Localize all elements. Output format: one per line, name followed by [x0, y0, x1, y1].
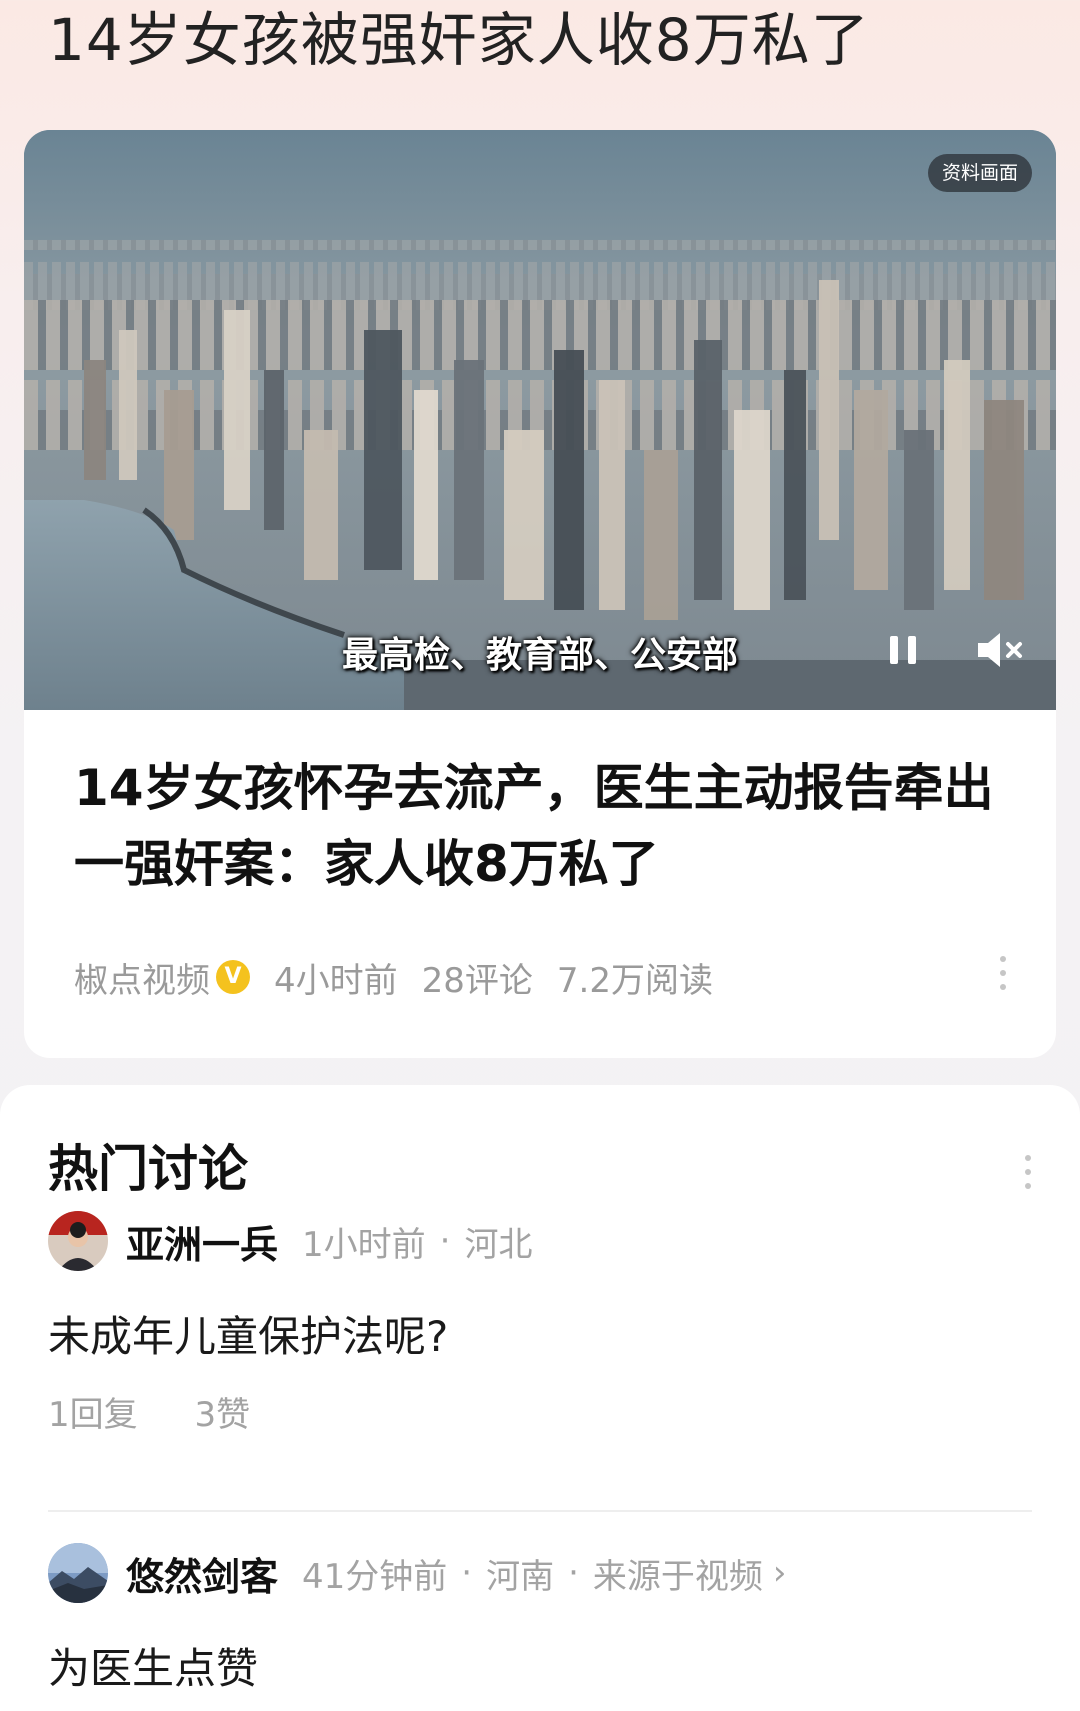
comment-author[interactable]: 悠然剑客 — [126, 1546, 278, 1601]
article-title[interactable]: 14岁女孩怀孕去流产，医生主动报告牵出一强奸案：家人收8万私了 — [74, 750, 1024, 902]
meta-separator: · — [439, 1221, 451, 1261]
meta-separator: · — [568, 1553, 579, 1593]
avatar[interactable] — [48, 1543, 108, 1603]
footage-badge: 资料画面 — [927, 154, 1032, 192]
avatar[interactable] — [48, 1211, 108, 1271]
article-meta: 椒点视频 V 4小时前 28评论 7.2万阅读 — [74, 952, 713, 1002]
comment-author[interactable]: 亚洲一兵 — [126, 1214, 278, 1269]
comment-count[interactable]: 28评论 — [422, 953, 533, 1002]
topic-title: 14岁女孩被强奸家人收8万私了 — [48, 6, 870, 74]
comment-location: 河北 — [464, 1224, 533, 1265]
comment-location: 河南 — [486, 1556, 555, 1597]
city-skyline-thumbnail — [24, 130, 1056, 710]
comment-text[interactable]: 为医生点赞 — [48, 1635, 258, 1696]
comment-source-link[interactable]: 来源于视频 — [593, 1549, 763, 1598]
chevron-right-icon[interactable]: › — [773, 1553, 787, 1593]
reply-count[interactable]: 1回复 — [48, 1395, 138, 1435]
verified-badge-icon: V — [216, 960, 250, 994]
comment-time: 1小时前 — [302, 1224, 426, 1265]
source-name[interactable]: 椒点视频 — [74, 953, 210, 1002]
read-count: 7.2万阅读 — [556, 960, 713, 1001]
comment-divider — [48, 1510, 1032, 1512]
publish-time: 4小时前 — [274, 960, 398, 1001]
comment-text[interactable]: 未成年儿童保护法呢? — [48, 1303, 448, 1364]
speaker-muted-icon[interactable] — [972, 626, 1028, 674]
video-player[interactable]: 资料画面 最高检、教育部、公安部 — [24, 130, 1056, 710]
hot-discussion-panel: 热门讨论 亚洲一兵 1小时前 · 河北 未成年儿童保护法呢? 1回复 3赞 悠然… — [0, 1085, 1080, 1711]
like-count[interactable]: 3赞 — [194, 1395, 250, 1435]
discussion-more-icon[interactable] — [1023, 1155, 1033, 1197]
meta-separator: · — [461, 1553, 473, 1593]
comment-time: 41分钟前 — [302, 1556, 448, 1597]
discussion-title: 热门讨论 — [48, 1140, 248, 1198]
article-card[interactable]: 资料画面 最高检、教育部、公安部 14岁女孩怀孕去流产，医生主动报告牵出一强奸案… — [24, 130, 1056, 1058]
pause-icon[interactable] — [884, 630, 924, 670]
article-more-icon[interactable] — [998, 956, 1008, 998]
